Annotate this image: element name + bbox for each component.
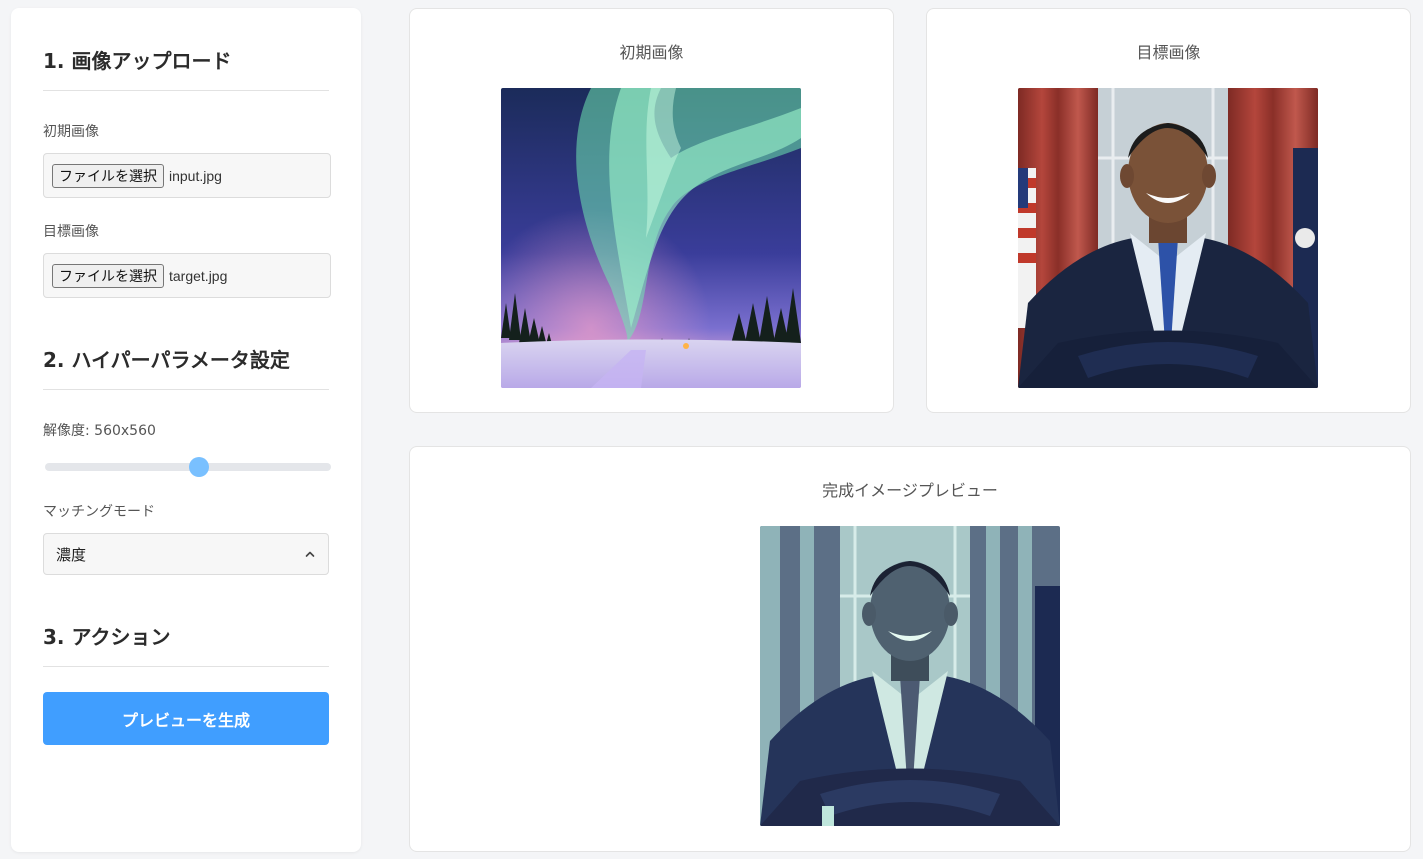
resolution-label: 解像度: 560x560 [43,423,156,439]
initial-image-label: 初期画像 [43,124,99,140]
initial-image [501,88,801,388]
matching-mode-value: 濃度 [56,545,87,564]
initial-image-file-input[interactable]: ファイルを選択 input.jpg [43,153,331,198]
matching-mode-label: マッチングモード [43,504,155,520]
target-image-file-input[interactable]: ファイルを選択 target.jpg [43,253,331,298]
initial-image-card: 初期画像 [409,8,894,413]
target-image-label: 目標画像 [43,224,99,240]
target-image-card-title: 目標画像 [1136,43,1201,62]
section-action-title: 3. アクション [43,621,329,667]
preview-card-title: 完成イメージプレビュー [822,481,998,500]
preview-image [760,526,1060,826]
preview-card: 完成イメージプレビュー [409,446,1411,852]
section-hyperparams-title: 2. ハイパーパラメータ設定 [43,344,329,390]
target-image-card: 目標画像 [926,8,1411,413]
section-upload-title: 1. 画像アップロード [43,45,329,91]
target-image [1018,88,1318,388]
resolution-slider[interactable] [45,456,331,477]
initial-file-name: input.jpg [169,167,222,184]
resolution-slider-track[interactable] [45,463,331,471]
resolution-slider-thumb[interactable] [189,457,210,477]
initial-image-card-title: 初期画像 [619,43,684,62]
chevron-up-icon [305,551,315,557]
matching-mode-select[interactable]: 濃度 [43,533,329,575]
generate-preview-button[interactable]: プレビューを生成 [43,692,329,745]
target-choose-file-button[interactable]: ファイルを選択 [52,263,164,288]
settings-sidebar: 1. 画像アップロード 初期画像 ファイルを選択 input.jpg 目標画像 … [11,8,361,852]
target-file-name: target.jpg [169,267,228,284]
initial-choose-file-button[interactable]: ファイルを選択 [52,163,164,188]
